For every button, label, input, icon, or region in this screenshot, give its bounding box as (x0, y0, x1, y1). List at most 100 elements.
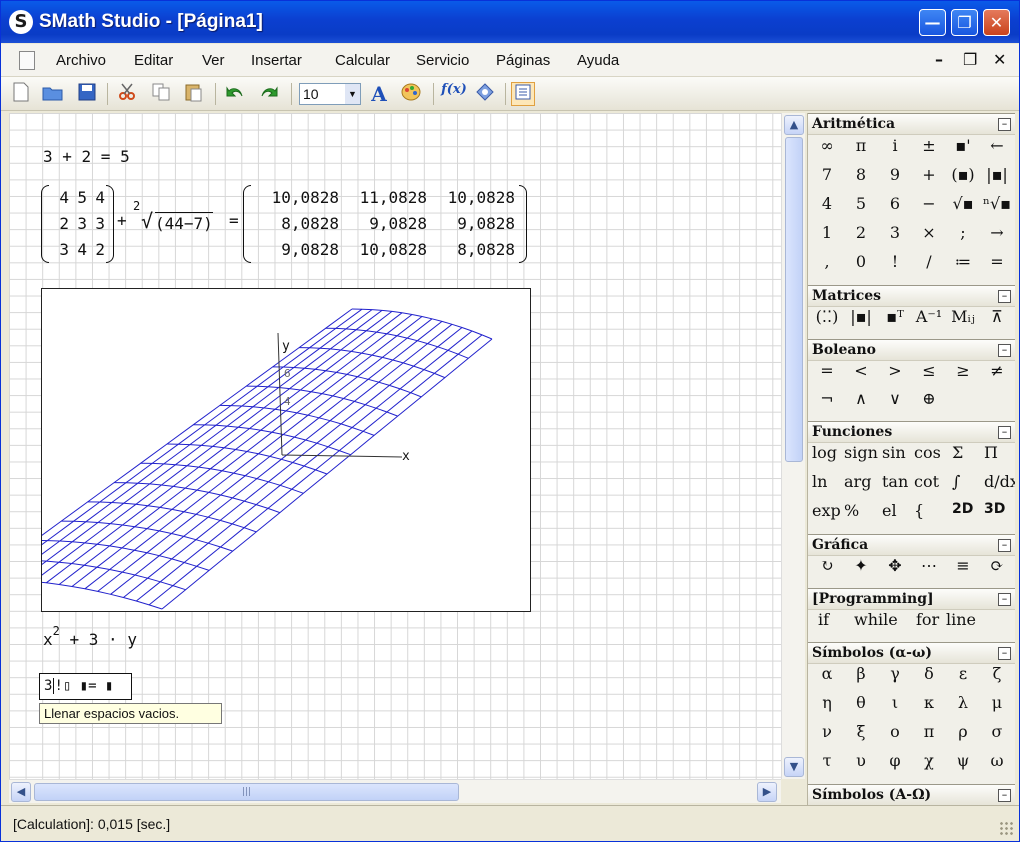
aritmetica-symbol-button[interactable]: 1 (810, 223, 844, 251)
close-button[interactable]: ✕ (983, 9, 1010, 36)
funciones-button[interactable]: sin (882, 443, 906, 471)
redo-icon[interactable] (257, 82, 281, 106)
section-header-simbolos_lower[interactable]: Símbolos (α-ω) – (808, 642, 1015, 664)
maximize-button[interactable]: ❐ (951, 9, 978, 36)
menu-editar[interactable]: Editar (134, 52, 173, 69)
scroll-up-button[interactable]: ▲ (784, 115, 804, 135)
simbolos_lower-symbol-button[interactable]: γ (878, 664, 912, 692)
aritmetica-symbol-button[interactable]: ⁿ√▪ (980, 194, 1014, 222)
booleano-symbol-button[interactable]: ≠ (980, 361, 1014, 389)
aritmetica-symbol-button[interactable]: 9 (878, 165, 912, 193)
collapse-icon[interactable]: – (998, 118, 1011, 131)
simbolos_lower-symbol-button[interactable]: μ (980, 693, 1014, 721)
programming-button[interactable]: while (854, 610, 898, 638)
aritmetica-symbol-button[interactable]: 5 (844, 194, 878, 222)
simbolos_lower-symbol-button[interactable]: υ (844, 751, 878, 779)
funciones-button[interactable]: el (882, 501, 897, 529)
scroll-left-button[interactable]: ◀ (11, 782, 31, 802)
vertical-scroll-thumb[interactable] (785, 137, 803, 462)
booleano-symbol-button[interactable]: ∧ (844, 389, 878, 417)
aritmetica-symbol-button[interactable]: 6 (878, 194, 912, 222)
menu-servicio[interactable]: Servicio (416, 52, 469, 69)
grafica-button[interactable]: ✥ (878, 556, 912, 584)
aritmetica-symbol-button[interactable]: 8 (844, 165, 878, 193)
help-icon[interactable] (473, 82, 497, 106)
section-header-matrices[interactable]: Matrices – (808, 285, 1015, 307)
minimize-button[interactable]: — (919, 9, 946, 36)
booleano-symbol-button[interactable]: = (810, 361, 844, 389)
undo-icon[interactable] (223, 82, 247, 106)
scroll-down-button[interactable]: ▼ (784, 757, 804, 777)
programming-button[interactable]: line (946, 610, 976, 638)
aritmetica-symbol-button[interactable]: 3 (878, 223, 912, 251)
mdi-minimize-button[interactable]: – (935, 50, 943, 69)
funciones-button[interactable]: cos (914, 443, 941, 471)
open-folder-icon[interactable] (41, 82, 65, 106)
booleano-symbol-button[interactable]: ≥ (946, 361, 980, 389)
simbolos_lower-symbol-button[interactable]: χ (912, 751, 946, 779)
funciones-button[interactable]: exp (812, 501, 841, 529)
color-icon[interactable] (399, 82, 423, 106)
mdi-close-button[interactable]: ✕ (993, 50, 1006, 69)
grafica-button[interactable]: ⟳ (980, 556, 1014, 584)
booleano-symbol-button[interactable]: ⊕ (912, 389, 946, 417)
font-icon[interactable]: A (367, 82, 391, 106)
simbolos_lower-symbol-button[interactable]: δ (912, 664, 946, 692)
aritmetica-symbol-button[interactable]: 7 (810, 165, 844, 193)
menu-calcular[interactable]: Calcular (335, 52, 390, 69)
simbolos_lower-symbol-button[interactable]: φ (878, 751, 912, 779)
menu-paginas[interactable]: Páginas (496, 52, 550, 69)
horizontal-scrollbar[interactable]: ◀ ||| ▶ (9, 779, 781, 803)
simbolos_lower-symbol-button[interactable]: ξ (844, 722, 878, 750)
simbolos_lower-symbol-button[interactable]: ψ (946, 751, 980, 779)
grafica-button[interactable]: ⋯ (912, 556, 946, 584)
section-header-aritmetica[interactable]: Aritmética – (808, 113, 1015, 135)
simbolos_lower-symbol-button[interactable]: σ (980, 722, 1014, 750)
horizontal-scroll-thumb[interactable]: ||| (34, 783, 459, 801)
collapse-icon[interactable]: – (998, 647, 1011, 660)
new-doc-icon[interactable] (9, 82, 33, 106)
programming-button[interactable]: if (818, 610, 829, 638)
paste-icon[interactable] (181, 82, 205, 106)
funciones-button[interactable]: ∫ (952, 472, 960, 500)
aritmetica-symbol-button[interactable]: 4 (810, 194, 844, 222)
aritmetica-symbol-button[interactable]: (▪) (946, 165, 980, 193)
grafica-button[interactable]: ✦ (844, 556, 878, 584)
matrices-button[interactable]: ⊼ (980, 307, 1014, 335)
simbolos_lower-symbol-button[interactable]: ι (878, 693, 912, 721)
collapse-icon[interactable]: – (998, 789, 1011, 802)
simbolos_lower-symbol-button[interactable]: β (844, 664, 878, 692)
simbolos_lower-symbol-button[interactable]: η (810, 693, 844, 721)
collapse-icon[interactable]: – (998, 344, 1011, 357)
grafica-button[interactable]: ≡ (946, 556, 980, 584)
funciones-button[interactable]: tan (882, 472, 908, 500)
funciones-button[interactable]: d/dx (984, 472, 1015, 500)
menu-archivo[interactable]: Archivo (56, 52, 106, 69)
font-size-select[interactable]: 10 ▼ (299, 83, 361, 105)
aritmetica-symbol-button[interactable]: ∞ (810, 136, 844, 164)
scroll-right-button[interactable]: ▶ (757, 782, 777, 802)
section-header-grafica[interactable]: Gráfica – (808, 534, 1015, 556)
grafica-button[interactable]: ↻ (810, 556, 844, 584)
aritmetica-symbol-button[interactable]: × (912, 223, 946, 251)
simbolos_lower-symbol-button[interactable]: ο (878, 722, 912, 750)
funciones-button[interactable]: 3D (984, 501, 1005, 529)
aritmetica-symbol-button[interactable]: i (878, 136, 912, 164)
funciones-button[interactable]: cot (914, 472, 939, 500)
cut-icon[interactable] (115, 82, 139, 106)
menu-ver[interactable]: Ver (202, 52, 225, 69)
simbolos_lower-symbol-button[interactable]: λ (946, 693, 980, 721)
simbolos_lower-symbol-button[interactable]: ζ (980, 664, 1014, 692)
funciones-button[interactable]: sign (844, 443, 878, 471)
simbolos_lower-symbol-button[interactable]: τ (810, 751, 844, 779)
aritmetica-symbol-button[interactable]: √▪ (946, 194, 980, 222)
aritmetica-symbol-button[interactable]: π (844, 136, 878, 164)
collapse-icon[interactable]: – (998, 426, 1011, 439)
matrix-result[interactable]: 10,0828 11,0828 10,0828 8,0828 9,0828 9,0828 9… (251, 185, 515, 263)
section-header-programming[interactable]: [Programming] – (808, 588, 1015, 610)
aritmetica-symbol-button[interactable]: − (912, 194, 946, 222)
booleano-symbol-button[interactable]: ∨ (878, 389, 912, 417)
active-expression-input[interactable]: 3 !▯ ▮= ▮ (39, 673, 132, 700)
funciones-button[interactable]: { (914, 501, 924, 529)
function-icon[interactable]: f(x) (439, 82, 469, 106)
